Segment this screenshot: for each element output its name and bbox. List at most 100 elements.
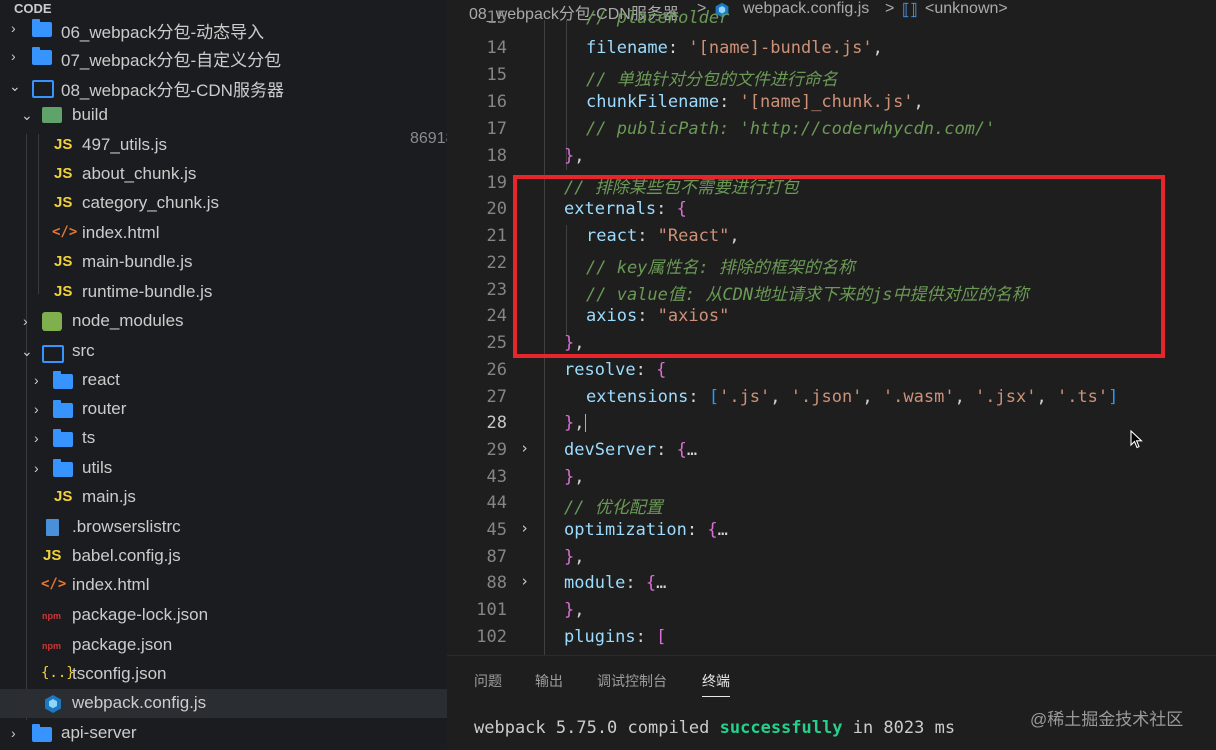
tree-item-label: build xyxy=(72,105,108,124)
tree-item-ts[interactable]: › ts xyxy=(0,424,447,453)
code-line[interactable]: 44 // 优化配置 xyxy=(447,489,1216,518)
json-file-icon: {..} xyxy=(41,665,75,681)
line-number: 28 xyxy=(486,413,507,433)
code-line[interactable]: 102 plugins: [ xyxy=(447,623,1216,650)
code-comment: // 优化配置 xyxy=(564,498,663,518)
html-file-icon: </> xyxy=(41,576,67,592)
folded-ellipsis[interactable]: … xyxy=(656,573,666,593)
code-string: '.js' xyxy=(719,387,771,407)
tree-item-label: runtime-bundle.js xyxy=(82,282,213,301)
line-number: 87 xyxy=(486,547,507,567)
tab-problems[interactable]: 问题 xyxy=(474,671,502,691)
tree-item-label: 06_webpack分包-动态导入 xyxy=(61,23,265,42)
line-number: 26 xyxy=(486,360,507,380)
webpack-cube-icon xyxy=(43,694,63,713)
code-string: '.json' xyxy=(790,387,863,407)
tree-item-label: 497_utils.js xyxy=(82,135,168,154)
fold-chevron-icon[interactable]: › xyxy=(520,519,529,537)
line-number: 27 xyxy=(486,387,507,407)
tab-terminal[interactable]: 终端 xyxy=(702,671,730,697)
tree-item-main-bundle[interactable]: JS main-bundle.js xyxy=(0,248,447,277)
code-line[interactable]: 17 // publicPath: 'http://coderwhycdn.co… xyxy=(447,115,1216,142)
folded-ellipsis[interactable]: … xyxy=(687,440,697,460)
tree-item-label: index.html xyxy=(82,223,160,242)
line-number: 20 xyxy=(486,199,507,219)
tree-item-07-webpack[interactable]: › 07_webpack分包-自定义分包 xyxy=(0,42,447,71)
code-line[interactable]: 26 resolve: { xyxy=(447,356,1216,383)
terminal-output[interactable]: webpack 5.75.0 compiled successfully in … xyxy=(474,718,955,738)
chevron-right-icon: › xyxy=(11,725,16,741)
terminal-success-text: successfully xyxy=(719,718,843,738)
line-number: 22 xyxy=(486,253,507,273)
code-line[interactable]: 43 }, xyxy=(447,463,1216,490)
code-line[interactable]: 88 › module: {… xyxy=(447,569,1216,596)
code-key: optimization xyxy=(564,520,687,540)
line-number: 16 xyxy=(486,92,507,112)
code-line[interactable]: 27 extensions: ['.js', '.json', '.wasm',… xyxy=(447,383,1216,410)
tree-item-utils[interactable]: › utils xyxy=(0,454,447,483)
tree-item-package-json[interactable]: npm package.json xyxy=(0,631,447,660)
tree-item-react[interactable]: › react xyxy=(0,366,447,395)
tree-item-index-html[interactable]: </> index.html xyxy=(0,571,447,600)
tree-item-label: category_chunk.js xyxy=(82,193,220,212)
tree-item-label: node_modules xyxy=(72,311,184,330)
tree-item-label: babel.config.js xyxy=(72,546,181,565)
tree-item-06-webpack[interactable]: › 06_webpack分包-动态导入 xyxy=(0,14,447,43)
code-comment: // publicPath: 'http://coderwhycdn.com/' xyxy=(586,119,996,139)
code-line[interactable]: 15 // 单独针对分包的文件进行命名 xyxy=(447,61,1216,90)
code-line[interactable]: 101 }, xyxy=(447,596,1216,623)
code-line[interactable]: 28 }, xyxy=(447,409,1216,436)
js-file-icon: JS xyxy=(54,165,73,182)
tree-item-about-chunk[interactable]: JS about_chunk.js xyxy=(0,160,447,189)
tree-item-category-chunk[interactable]: JS category_chunk.js xyxy=(0,189,447,218)
code-key: chunkFilename xyxy=(586,92,720,112)
tree-item-src[interactable]: ⌄ src xyxy=(0,337,447,366)
code-line[interactable]: 14 filename: '[name]-bundle.js', xyxy=(447,34,1216,61)
npm-icon: npm xyxy=(42,641,61,651)
tree-item-build[interactable]: ⌄ build xyxy=(0,101,447,130)
tree-item-build-index-html[interactable]: </> index.html xyxy=(0,219,447,248)
folder-icon xyxy=(32,47,52,66)
tree-item-router[interactable]: › router xyxy=(0,395,447,424)
js-file-icon: JS xyxy=(54,488,73,505)
code-line[interactable]: 87 }, xyxy=(447,543,1216,570)
tree-item-label: router xyxy=(82,399,127,418)
code-key: resolve xyxy=(564,360,636,380)
build-folder-icon xyxy=(42,106,62,125)
tree-item-08-webpack[interactable]: ⌄ 08_webpack分包-CDN服务器 xyxy=(0,72,447,101)
tree-item-label: webpack.config.js xyxy=(72,693,207,712)
tree-item-babel-config[interactable]: JS babel.config.js xyxy=(0,542,447,571)
tree-item-runtime-bundle[interactable]: JS runtime-bundle.js xyxy=(0,278,447,307)
chevron-right-icon: › xyxy=(34,460,39,476)
code-line[interactable]: 45 › optimization: {… xyxy=(447,516,1216,543)
tree-item-label: tsconfig.json xyxy=(72,664,167,683)
tree-item-label: api-server xyxy=(61,723,137,742)
tree-item-label: package.json xyxy=(72,635,173,654)
fold-chevron-icon[interactable]: › xyxy=(520,572,529,590)
code-key: devServer xyxy=(564,440,657,460)
tree-item-main-js[interactable]: JS main.js xyxy=(0,483,447,512)
folded-ellipsis[interactable]: … xyxy=(718,520,728,540)
chevron-down-icon: ⌄ xyxy=(21,107,33,123)
code-line[interactable]: 29 › devServer: {… xyxy=(447,436,1216,463)
code-line[interactable]: 15 // placeholder xyxy=(447,8,1216,35)
js-file-icon: JS xyxy=(54,136,73,153)
tab-output[interactable]: 输出 xyxy=(535,671,563,691)
tree-item-node-modules[interactable]: › node_modules xyxy=(0,307,447,336)
tree-item-tsconfig[interactable]: {..} tsconfig.json xyxy=(0,660,447,689)
tree-item-497-utils[interactable]: JS 497_utils.js xyxy=(0,131,447,160)
code-key: filename xyxy=(586,38,668,58)
tree-item-package-lock[interactable]: npm package-lock.json xyxy=(0,601,447,630)
code-key: module xyxy=(564,573,626,593)
tab-debug-console[interactable]: 调试控制台 xyxy=(597,671,667,691)
npm-icon: npm xyxy=(42,611,61,621)
code-line[interactable]: 16 chunkFilename: '[name]_chunk.js', xyxy=(447,88,1216,115)
tree-item-api-server[interactable]: › api-server xyxy=(0,719,447,748)
tree-item-browserslistrc[interactable]: .browserslistrc xyxy=(0,513,447,542)
fold-chevron-icon[interactable]: › xyxy=(520,439,529,457)
line-number: 88 xyxy=(486,573,507,593)
tree-item-webpack-config[interactable]: webpack.config.js xyxy=(0,689,447,718)
folder-open-icon xyxy=(42,342,64,363)
node-folder-icon xyxy=(42,312,62,331)
code-line[interactable]: 18 }, xyxy=(447,142,1216,169)
